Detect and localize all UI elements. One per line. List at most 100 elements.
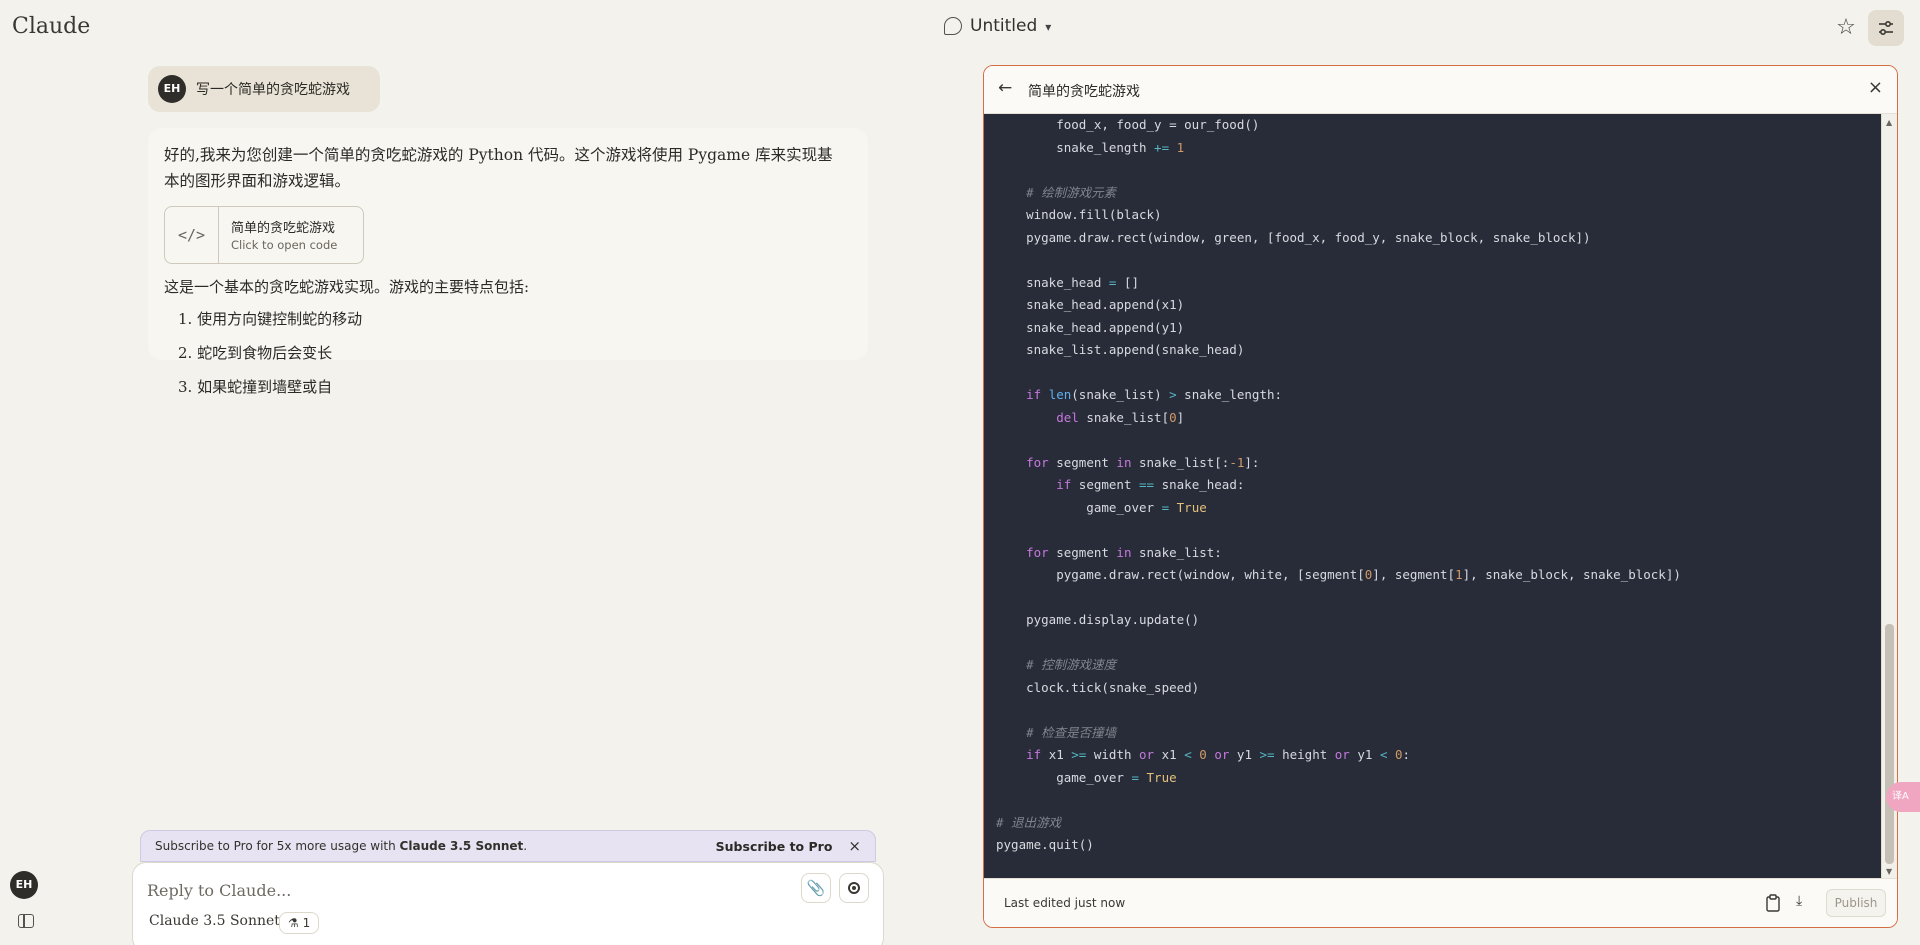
code-token: pygame.draw.rect(window, green, [food_x,… [996,229,1591,245]
code-token: snake_length [996,139,1155,155]
code-line: window.fill(black) [996,204,1162,226]
code-token: or [1214,747,1230,762]
code-token: pygame.draw.rect(window, white, [segment… [996,567,1365,582]
pro-upsell-banner: Subscribe to Pro for 5x more usage with … [140,830,876,862]
artifact-card[interactable]: </> 简单的贪吃蛇游戏 Click to open code [164,206,364,264]
sidebar-toggle-icon[interactable] [18,914,34,928]
code-line: game_over = True [996,497,1207,519]
code-token: x1 [1154,747,1185,762]
capture-button[interactable] [839,873,869,903]
code-token: snake_length: [1176,387,1283,402]
scrollbar-thumb[interactable] [1885,624,1894,864]
avatar: EH [158,75,186,103]
code-token: > [1169,387,1177,402]
pro-banner-model-name: Claude 3.5 Sonnet [399,839,524,853]
code-scrollbar[interactable]: ▲ ▼ [1881,114,1897,878]
code-token: # 检查是否撞墙 [996,724,1117,740]
top-bar: Claude Untitled ▾ ☆ [0,0,1920,56]
code-token: segment [1048,454,1117,470]
reply-input[interactable] [147,877,747,903]
scroll-up-icon[interactable]: ▲ [1886,118,1892,127]
code-line: # 检查是否撞墙 [996,722,1116,744]
assistant-message: 好的,我来为您创建一个简单的贪吃蛇游戏的 Python 代码。这个游戏将使用 P… [148,128,868,396]
settings-button[interactable] [1868,10,1904,46]
conversation-title-button[interactable]: Untitled ▾ [944,16,1051,36]
code-token: snake_head.append(x1) [996,297,1185,312]
code-line: # 退出游戏 [996,812,1061,834]
code-token: 1 [1455,567,1463,582]
close-icon[interactable]: × [1868,77,1883,98]
code-token: if [1056,477,1072,492]
code-token: ]: [1244,454,1260,470]
star-icon[interactable]: ☆ [1832,14,1860,42]
list-item: 1. 使用方向键控制蛇的移动 [178,310,363,328]
model-selector[interactable]: Claude 3.5 Sonnet [149,913,280,929]
attach-icon[interactable]: 📎 [801,873,831,903]
user-avatar[interactable]: EH [10,871,38,899]
code-line: snake_head = [] [996,272,1139,294]
publish-button[interactable]: Publish [1826,889,1886,917]
code-token: : [1402,747,1411,762]
code-line: pygame.draw.rect(window, green, [food_x,… [996,227,1591,249]
code-token: True [1176,499,1207,515]
close-icon[interactable]: × [848,837,861,855]
code-token: or [1139,747,1155,762]
download-icon[interactable]: ⤓ [1796,893,1802,909]
code-token: 1 [1176,139,1185,155]
code-token: -1 [1229,454,1245,470]
scroll-down-icon[interactable]: ▼ [1886,867,1892,876]
code-token: segment [1048,544,1117,560]
user-message-text: 写一个简单的贪吃蛇游戏 [196,82,350,98]
pro-banner-text: Subscribe to Pro for 5x more usage with … [155,839,716,853]
code-line: food_x, food_y = our_food() [996,114,1259,136]
code-token: # 退出游戏 [996,814,1062,830]
code-token: = [1161,499,1170,515]
features-intro: 这是一个基本的贪吃蛇游戏实现。游戏的主要特点包括: [164,278,530,296]
code-token: ], segment[ [1372,567,1456,582]
features-list: 1. 使用方向键控制蛇的移动 2. 蛇吃到食物后会变长 3. 如果蛇撞到墙壁或自 [164,308,362,410]
code-token: for [1026,544,1049,560]
artifact-panel: ← 简单的贪吃蛇游戏 × food_x, food_y = our_food()… [983,65,1898,928]
copy-icon[interactable] [1765,894,1781,912]
app-brand[interactable]: Claude [12,14,90,39]
code-token: # 控制游戏速度 [996,657,1117,672]
code-line: del snake_list[0] [996,407,1184,429]
composer: 📎 Claude 3.5 Sonnet ⚗ 1 [132,862,884,945]
code-token: == [1139,477,1155,492]
artifact-header: ← 简单的贪吃蛇游戏 × [984,66,1897,114]
code-token: del [1056,409,1079,425]
last-edited-status: Last edited just now [1004,896,1126,910]
code-token: width [1086,747,1140,762]
code-line: pygame.display.update() [996,609,1199,631]
code-line: game_over = True [996,767,1177,789]
artifact-card-title: 简单的贪吃蛇游戏 [231,221,336,236]
code-token: >= [1071,747,1087,762]
sliders-icon [1879,20,1893,36]
code-token: snake_head: [1154,477,1245,492]
pro-banner-text-prefix: Subscribe to Pro for 5x more usage with [155,839,400,853]
tools-badge[interactable]: ⚗ 1 [279,912,320,934]
code-viewer[interactable]: food_x, food_y = our_food() snake_length… [984,114,1881,878]
code-token: window.fill(black) [996,207,1162,222]
code-token: segment [1071,477,1140,492]
code-token: >= [1259,747,1275,762]
code-line: clock.tick(snake_speed) [996,677,1199,699]
translate-widget[interactable]: 译A [1886,782,1920,812]
back-arrow-icon[interactable]: ← [998,78,1012,98]
code-token: True [1146,769,1177,785]
code-token: 0 [1169,409,1177,425]
code-token: height [1274,747,1335,762]
code-token: game_over [996,769,1132,785]
code-token: += [1154,139,1170,155]
subscribe-to-pro-link[interactable]: Subscribe to Pro [716,839,833,854]
artifact-footer: Last edited just now ⤓ Publish [984,878,1897,927]
